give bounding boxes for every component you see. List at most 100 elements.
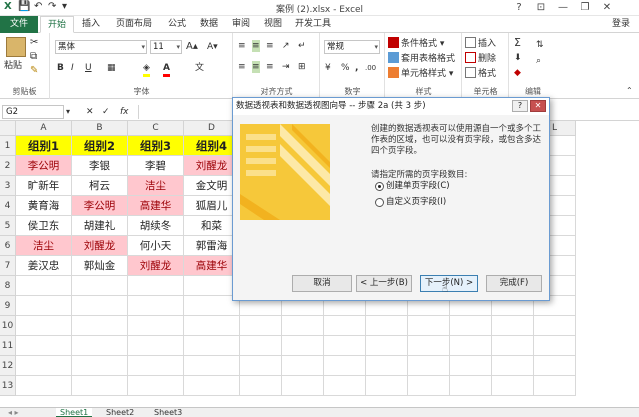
tab-file[interactable]: 文件: [0, 16, 38, 33]
sign-in-link[interactable]: 登录: [606, 16, 636, 33]
sort-filter-icon[interactable]: ⇅: [536, 39, 544, 51]
increase-font-icon[interactable]: A▴: [186, 41, 198, 53]
name-cell[interactable]: 刘醒龙: [128, 256, 184, 276]
grid-cell[interactable]: [240, 356, 282, 376]
conditional-format-button[interactable]: 条件格式 ▾: [388, 37, 444, 50]
find-select-icon[interactable]: ⌕: [536, 55, 541, 67]
grid-cell[interactable]: [282, 336, 324, 356]
row-header[interactable]: 3: [0, 176, 16, 196]
name-cell[interactable]: 李银: [72, 156, 128, 176]
grid-cell[interactable]: [16, 376, 72, 396]
bold-button[interactable]: B: [57, 62, 64, 74]
close-button[interactable]: ✕: [596, 0, 618, 16]
grid-cell[interactable]: [240, 336, 282, 356]
grid-cell[interactable]: [534, 376, 576, 396]
row-header[interactable]: 1: [0, 136, 16, 156]
grid-cell[interactable]: [450, 336, 492, 356]
tab-insert[interactable]: 插入: [76, 16, 106, 33]
grid-cell[interactable]: [184, 316, 240, 336]
sheet-tab-sheet1[interactable]: Sheet1: [56, 408, 93, 417]
finish-button[interactable]: 完成(F): [486, 275, 542, 292]
name-cell[interactable]: 洁尘: [128, 176, 184, 196]
next-button[interactable]: 下一步(N) >: [420, 275, 478, 292]
dialog-close-button[interactable]: ✕: [530, 100, 546, 112]
decimal-icon[interactable]: .00: [365, 62, 376, 74]
grid-cell[interactable]: [450, 356, 492, 376]
grid-cell[interactable]: [366, 316, 408, 336]
fill-color-icon[interactable]: ◈: [143, 62, 150, 77]
align-left-icon[interactable]: ≡: [238, 61, 246, 73]
grid-cell[interactable]: [184, 356, 240, 376]
restore-button[interactable]: ❐: [574, 0, 596, 16]
insert-function-button[interactable]: fx: [120, 106, 129, 118]
tab-formulas[interactable]: 公式: [162, 16, 192, 33]
underline-button[interactable]: U: [85, 62, 92, 74]
grid-cell[interactable]: [184, 376, 240, 396]
cell-styles-button[interactable]: 单元格样式 ▾: [388, 67, 453, 80]
grid-cell[interactable]: [16, 276, 72, 296]
percent-style-button[interactable]: %: [341, 62, 350, 74]
font-name-combo[interactable]: 黑体 ▾: [55, 40, 147, 54]
align-top-icon[interactable]: ≡: [238, 40, 246, 52]
grid-cell[interactable]: [128, 316, 184, 336]
back-button[interactable]: < 上一步(B): [356, 275, 412, 292]
indent-icon[interactable]: ⇥: [282, 61, 290, 73]
group-header-cell[interactable]: 组别2: [72, 136, 128, 156]
orientation-icon[interactable]: ↗: [282, 40, 290, 52]
grid-cell[interactable]: [240, 316, 282, 336]
column-header[interactable]: A: [16, 121, 72, 136]
grid-cell[interactable]: [324, 376, 366, 396]
grid-cell[interactable]: [408, 316, 450, 336]
row-header[interactable]: 6: [0, 236, 16, 256]
align-bottom-icon[interactable]: ≡: [266, 40, 274, 52]
row-header[interactable]: 4: [0, 196, 16, 216]
tab-home[interactable]: 开始: [40, 16, 74, 33]
row-header[interactable]: 10: [0, 316, 16, 336]
row-header[interactable]: 13: [0, 376, 16, 396]
grid-cell[interactable]: [16, 356, 72, 376]
decrease-font-icon[interactable]: A▾: [207, 41, 218, 53]
grid-cell[interactable]: [72, 336, 128, 356]
name-box[interactable]: G2: [2, 105, 64, 119]
column-header[interactable]: C: [128, 121, 184, 136]
cancel-button[interactable]: 取消: [292, 275, 352, 292]
sheet-tab-sheet2[interactable]: Sheet2: [102, 408, 138, 417]
grid-cell[interactable]: [366, 356, 408, 376]
row-header[interactable]: 12: [0, 356, 16, 376]
name-cell[interactable]: 黄育海: [16, 196, 72, 216]
fill-icon[interactable]: ⬇: [514, 52, 522, 64]
name-cell[interactable]: 李公明: [16, 156, 72, 176]
name-cell[interactable]: 何小天: [128, 236, 184, 256]
grid-cell[interactable]: [16, 296, 72, 316]
delete-cells-button[interactable]: 删除: [465, 52, 496, 65]
grid-cell[interactable]: [72, 356, 128, 376]
name-cell[interactable]: 郭灿金: [72, 256, 128, 276]
name-cell[interactable]: 高建华: [128, 196, 184, 216]
grid-cell[interactable]: [72, 296, 128, 316]
grid-cell[interactable]: [240, 376, 282, 396]
align-right-icon[interactable]: ≡: [266, 61, 274, 73]
format-as-table-button[interactable]: 套用表格格式: [388, 52, 455, 65]
column-header[interactable]: B: [72, 121, 128, 136]
sheet-tab-sheet3[interactable]: Sheet3: [150, 408, 186, 417]
tab-view[interactable]: 视图: [258, 16, 288, 33]
grid-cell[interactable]: [534, 316, 576, 336]
grid-cell[interactable]: [128, 376, 184, 396]
tab-data[interactable]: 数据: [194, 16, 224, 33]
grid-cell[interactable]: [72, 376, 128, 396]
row-header[interactable]: 11: [0, 336, 16, 356]
grid-cell[interactable]: [492, 356, 534, 376]
italic-button[interactable]: I: [71, 62, 74, 74]
grid-cell[interactable]: [72, 276, 128, 296]
autosum-button[interactable]: Σ: [514, 37, 521, 49]
paste-icon[interactable]: [6, 37, 26, 57]
tab-review[interactable]: 审阅: [226, 16, 256, 33]
grid-cell[interactable]: [450, 376, 492, 396]
collapse-ribbon-icon[interactable]: ⌃: [626, 85, 633, 97]
radio-single-page-field[interactable]: 创建单页字段(C): [375, 181, 450, 192]
align-middle-icon[interactable]: ≡: [252, 40, 260, 52]
format-painter-icon[interactable]: ✎: [30, 65, 38, 77]
font-color-icon[interactable]: A: [163, 62, 170, 77]
name-cell[interactable]: 胡建礼: [72, 216, 128, 236]
row-header[interactable]: 2: [0, 156, 16, 176]
